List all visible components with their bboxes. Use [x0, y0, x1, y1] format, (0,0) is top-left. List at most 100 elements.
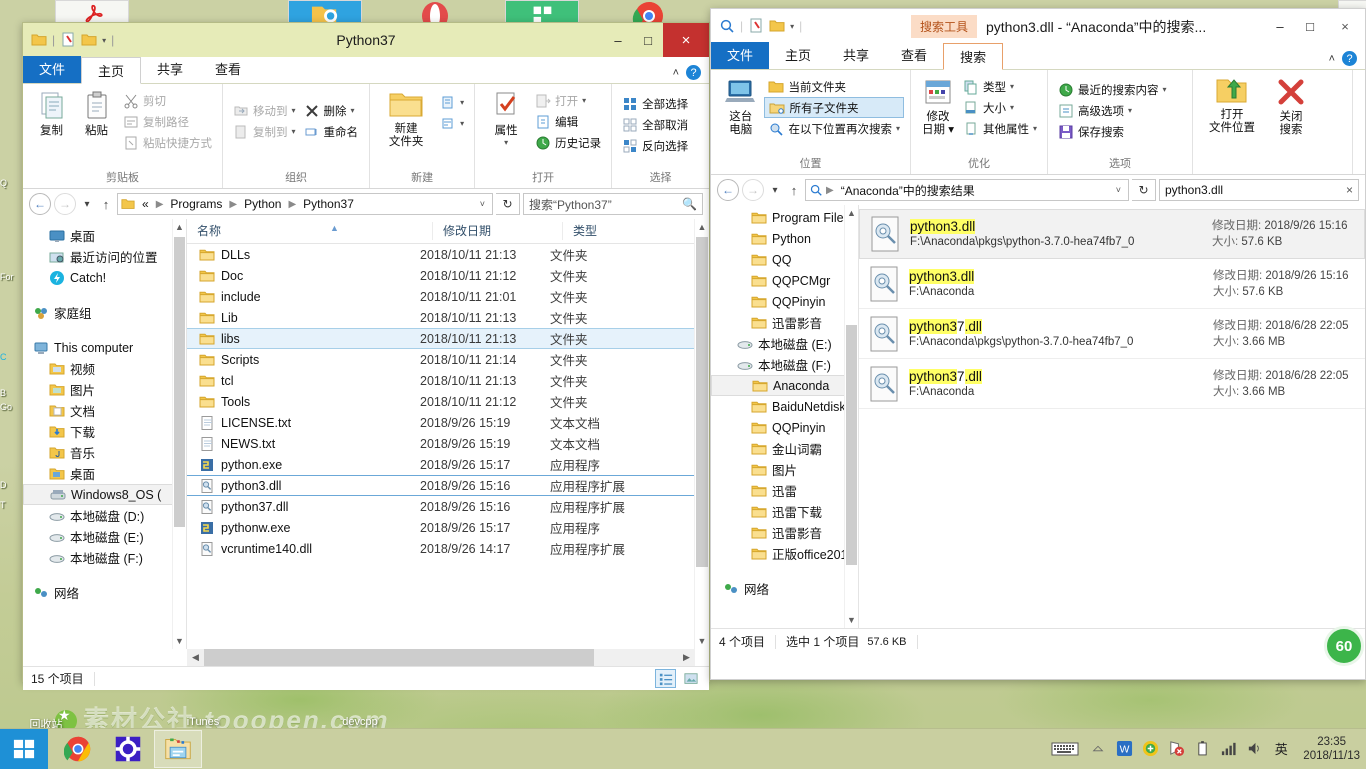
floating-widget[interactable]: 60	[1320, 624, 1366, 670]
table-row[interactable]: python37.dll2018/9/26 15:16应用程序扩展	[187, 496, 709, 517]
desktop-edge-icon-c[interactable]: C	[0, 352, 22, 362]
scroll-up-icon[interactable]: ▲	[845, 205, 858, 221]
table-row[interactable]: tcl2018/10/11 21:13文件夹	[187, 370, 709, 391]
table-row[interactable]: pythonw.exe2018/9/26 15:17应用程序	[187, 517, 709, 538]
table-row[interactable]: LICENSE.txt2018/9/26 15:19文本文档	[187, 412, 709, 433]
window1-ribbon[interactable]: 复制 粘贴 剪切 复制路径	[23, 84, 709, 189]
chevron-down-icon[interactable]: ▾	[1128, 106, 1132, 115]
back-button[interactable]: ←	[717, 179, 739, 201]
maximize-button[interactable]: □	[633, 23, 663, 57]
nav-item-music[interactable]: 音乐	[23, 442, 186, 463]
nav-item-recent-places[interactable]: 最近访问的位置	[23, 246, 186, 267]
copy-path-button[interactable]: 复制路径	[119, 111, 216, 132]
nav-item-desktop[interactable]: 桌面	[23, 225, 186, 246]
navpane-scrollbar[interactable]: ▲ ▼	[172, 219, 186, 649]
qat-dropdown-caret-icon[interactable]: ▾	[102, 36, 106, 45]
easy-access-button[interactable]: ▾	[436, 113, 468, 134]
properties-icon[interactable]	[769, 18, 785, 34]
all-subfolders-button[interactable]: 所有子文件夹	[764, 97, 904, 118]
address-dropdown-caret-icon[interactable]: ˅	[1112, 185, 1125, 195]
action-center-icon[interactable]	[1167, 740, 1185, 758]
qat-dropdown-caret-icon[interactable]: ▾	[790, 22, 794, 31]
address-bar[interactable]: « ▶ Programs ▶ Python ▶ Python37 ˅	[117, 193, 493, 215]
chevron-down-icon[interactable]: ▾	[351, 106, 355, 115]
large-icons-view-button[interactable]	[680, 669, 701, 688]
scroll-right-icon[interactable]: ▶	[678, 652, 695, 663]
refresh-button[interactable]: ↻	[1132, 179, 1156, 201]
nav-item--[interactable]: 迅雷影音	[711, 312, 858, 333]
table-row[interactable]: include2018/10/11 21:01文件夹	[187, 286, 709, 307]
search-icon[interactable]	[719, 18, 735, 34]
chevron-down-icon[interactable]: ▾	[1033, 124, 1037, 133]
window1-buttons[interactable]: – □ ×	[603, 23, 709, 57]
ime-icon[interactable]: 英	[1271, 740, 1291, 758]
nav-item--e-[interactable]: 本地磁盘 (E:)	[711, 333, 858, 354]
antivirus-icon[interactable]	[1141, 740, 1159, 758]
delete-button[interactable]: 删除 ▾	[300, 100, 363, 121]
nav-item-baidunetdisk[interactable]: BaiduNetdisk	[711, 396, 858, 417]
history-button[interactable]: 历史记录	[531, 132, 605, 153]
speed-badge[interactable]: 60	[1324, 626, 1364, 666]
window2-tabs[interactable]: 文件 主页 共享 查看 搜索 ˄ ?	[711, 43, 1365, 70]
taskbar-item-chrome[interactable]	[54, 730, 102, 768]
desktop-edge-icon-go[interactable]: Go	[0, 402, 22, 412]
forward-button[interactable]: →	[54, 193, 76, 215]
search-again-in-button[interactable]: 在以下位置再次搜索 ▾	[764, 118, 904, 139]
tab-share[interactable]: 共享	[141, 56, 199, 83]
refresh-button[interactable]: ↻	[496, 193, 520, 215]
address-dropdown-caret-icon[interactable]: ˅	[476, 199, 489, 209]
tab-file[interactable]: 文件	[711, 42, 769, 69]
select-all-button[interactable]: 全部选择	[618, 93, 692, 114]
show-hidden-icons-icon[interactable]	[1089, 740, 1107, 758]
search-input[interactable]: python3.dll ×	[1159, 179, 1359, 201]
cut-button[interactable]: 剪切	[119, 90, 216, 111]
scroll-down-icon[interactable]: ▼	[173, 633, 186, 649]
table-row[interactable]: NEWS.txt2018/9/26 15:19文本文档	[187, 433, 709, 454]
chevron-down-icon[interactable]: ▾	[896, 124, 900, 133]
paste-shortcut-button[interactable]: 粘贴快捷方式	[119, 132, 216, 153]
hscroll-thumb[interactable]	[204, 649, 594, 666]
search-result-rows[interactable]: python3.dllF:\Anaconda\pkgs\python-3.7.0…	[859, 209, 1365, 409]
nav-item--[interactable]: 迅雷影音	[711, 522, 858, 543]
battery-icon[interactable]	[1193, 740, 1211, 758]
wps-icon[interactable]: W	[1115, 740, 1133, 758]
window2-results-list[interactable]: python3.dllF:\Anaconda\pkgs\python-3.7.0…	[859, 205, 1365, 628]
window1-navigation-pane[interactable]: 桌面 最近访问的位置 Catch! 家庭组 This computer	[23, 219, 187, 649]
new-folder-button[interactable]: 新建 文件夹	[376, 88, 436, 168]
nav-item-qqpinyin[interactable]: QQPinyin	[711, 291, 858, 312]
tab-home[interactable]: 主页	[81, 57, 141, 84]
clock[interactable]: 23:35 2018/11/13	[1299, 735, 1360, 763]
recent-locations-caret-icon[interactable]: ▾	[767, 185, 783, 196]
new-folder-icon[interactable]	[60, 32, 76, 48]
nav-item-documents[interactable]: 文档	[23, 400, 186, 421]
desktop-edge-icon-d[interactable]: D	[0, 480, 22, 490]
window1-titlebar[interactable]: | ▾ | Python37 – □ ×	[23, 23, 709, 57]
close-search-button[interactable]: 关闭 搜索	[1265, 74, 1317, 170]
other-properties-button[interactable]: 其他属性 ▾	[959, 118, 1041, 139]
minimize-button[interactable]: –	[1265, 9, 1295, 43]
navpane-scrollbar[interactable]: ▲ ▼	[844, 205, 858, 628]
nav-item-desktop-folder[interactable]: 桌面	[23, 463, 186, 484]
breadcrumb-search-results[interactable]: “Anaconda”中的搜索结果	[837, 182, 979, 199]
kind-button[interactable]: 类型 ▾	[959, 76, 1041, 97]
advanced-options-button[interactable]: 高级选项 ▾	[1054, 100, 1171, 121]
nav-item-qqpinyin[interactable]: QQPinyin	[711, 417, 858, 438]
back-button[interactable]: ←	[29, 193, 51, 215]
nav-item-drive-d[interactable]: 本地磁盘 (D:)	[23, 505, 186, 526]
window1-hscrollbar[interactable]: ◀ ▶	[187, 649, 695, 666]
network-signal-icon[interactable]	[1219, 740, 1237, 758]
nav-item--[interactable]: 迅雷	[711, 480, 858, 501]
save-search-button[interactable]: 保存搜索	[1054, 121, 1171, 142]
new-item-button[interactable]: ▾	[436, 92, 468, 113]
scroll-down-icon[interactable]: ▼	[695, 633, 709, 649]
copy-button[interactable]: 复制	[29, 88, 74, 168]
scroll-down-icon[interactable]: ▼	[845, 612, 858, 628]
scroll-thumb[interactable]	[846, 325, 857, 565]
new-folder-icon[interactable]	[748, 18, 764, 34]
window2-titlebar[interactable]: | ▾ | 搜索工具 python3.dll - “Anaconda”中的搜索.…	[711, 9, 1365, 43]
address-bar[interactable]: ▶ “Anaconda”中的搜索结果 ˅	[805, 179, 1129, 201]
paste-button[interactable]: 粘贴	[74, 88, 119, 168]
open-file-location-button[interactable]: 打开 文件位置	[1199, 74, 1265, 170]
table-row[interactable]: Lib2018/10/11 21:13文件夹	[187, 307, 709, 328]
list-item[interactable]: python3.dllF:\Anaconda\pkgs\python-3.7.0…	[859, 209, 1365, 259]
